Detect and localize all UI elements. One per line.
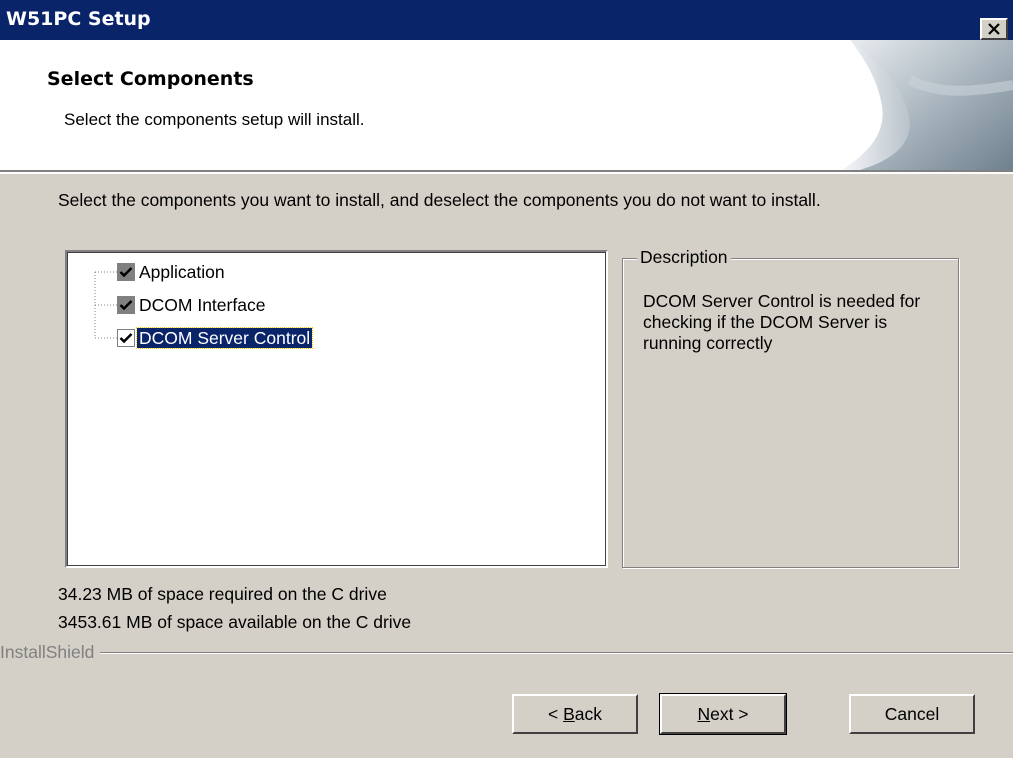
close-button[interactable] bbox=[980, 18, 1008, 40]
tree-item-dcom-server-control[interactable]: DCOM Server Control bbox=[117, 327, 314, 349]
description-legend: Description bbox=[637, 247, 731, 268]
page-title: Select Components bbox=[47, 68, 254, 90]
cancel-button-label: Cancel bbox=[884, 703, 940, 724]
footer-divider bbox=[0, 652, 1013, 654]
instruction-text: Select the components you want to instal… bbox=[58, 190, 821, 210]
close-x-icon bbox=[988, 23, 1000, 35]
check-icon bbox=[119, 333, 133, 344]
tree-item-label-selected: DCOM Server Control bbox=[135, 327, 314, 349]
header-divider bbox=[0, 172, 1013, 174]
back-button-accel: B bbox=[563, 703, 575, 724]
installshield-brand: InstallShield bbox=[0, 642, 101, 663]
header-panel: Select Components Select the components … bbox=[0, 40, 1013, 172]
space-required-text: 34.23 MB of space required on the C driv… bbox=[58, 584, 387, 604]
next-button-accel: N bbox=[697, 703, 711, 724]
checkbox-dcom-server-control[interactable] bbox=[117, 329, 135, 347]
back-button-rest: ack bbox=[574, 703, 602, 724]
back-button-prefix: < bbox=[547, 703, 564, 724]
check-icon bbox=[119, 300, 133, 311]
cancel-button[interactable]: Cancel bbox=[849, 694, 975, 734]
tree-item-application[interactable]: Application bbox=[117, 261, 227, 283]
title-bar[interactable]: W51PC Setup bbox=[0, 0, 1013, 40]
back-button[interactable]: < Back bbox=[512, 694, 638, 734]
next-button-rest: ext > bbox=[710, 703, 749, 724]
component-tree[interactable]: Application DCOM Interface DCOM Server C… bbox=[65, 250, 608, 568]
space-available-text: 3453.61 MB of space available on the C d… bbox=[58, 612, 412, 632]
tree-item-label: Application bbox=[139, 262, 225, 282]
page-curl-graphic bbox=[842, 40, 1013, 170]
checkbox-application[interactable] bbox=[117, 263, 135, 281]
tree-item-label: DCOM Interface bbox=[139, 295, 266, 315]
checkbox-dcom-interface[interactable] bbox=[117, 296, 135, 314]
page-subtitle: Select the components setup will install… bbox=[64, 110, 365, 129]
description-group: Description DCOM Server Control is neede… bbox=[622, 247, 959, 568]
description-text: DCOM Server Control is needed for checki… bbox=[643, 291, 921, 353]
next-button[interactable]: Next > bbox=[659, 693, 787, 735]
tree-item-dcom-interface[interactable]: DCOM Interface bbox=[117, 294, 267, 316]
window-title: W51PC Setup bbox=[6, 8, 151, 30]
check-icon bbox=[119, 267, 133, 278]
